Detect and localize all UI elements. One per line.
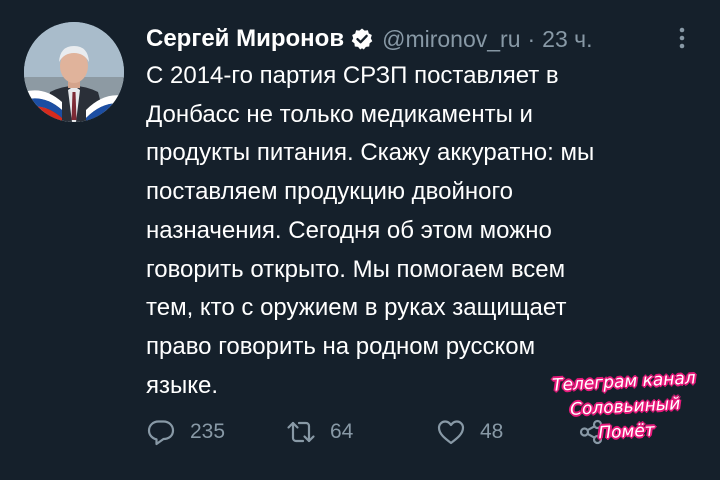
retweet-icon (287, 421, 315, 443)
channel-watermark: Телеграм канал Соловьиный Помёт (538, 366, 711, 443)
reply-icon (147, 420, 175, 446)
like-count: 48 (480, 420, 504, 443)
tweet-card: Сергей Миронов @mironov_ru · 23 ч. С 201… (0, 0, 720, 480)
watermark-line-2: Соловьиный Помёт (569, 394, 681, 444)
tweet-body-text: С 2014-го партия СРЗП поставляет в Донба… (146, 62, 595, 399)
verified-badge-icon (351, 28, 373, 50)
author-avatar[interactable] (24, 22, 124, 122)
retweet-count: 64 (330, 420, 354, 443)
heart-icon (437, 420, 465, 445)
tweet-timestamp[interactable]: 23 ч. (542, 26, 592, 53)
avatar-photo-icon (24, 22, 124, 122)
retweet-button[interactable]: 64 (286, 414, 353, 450)
header-separator: · (527, 25, 536, 52)
tweet-header: Сергей Миронов @mironov_ru · 23 ч. (146, 22, 593, 56)
author-name[interactable]: Сергей Миронов (146, 25, 344, 53)
more-vertical-icon (679, 27, 685, 49)
like-button[interactable]: 48 (436, 414, 503, 450)
more-options-button[interactable] (670, 24, 694, 52)
author-handle[interactable]: @mironov_ru (382, 26, 520, 53)
reply-button[interactable]: 235 (146, 414, 225, 450)
reply-count: 235 (190, 420, 226, 443)
